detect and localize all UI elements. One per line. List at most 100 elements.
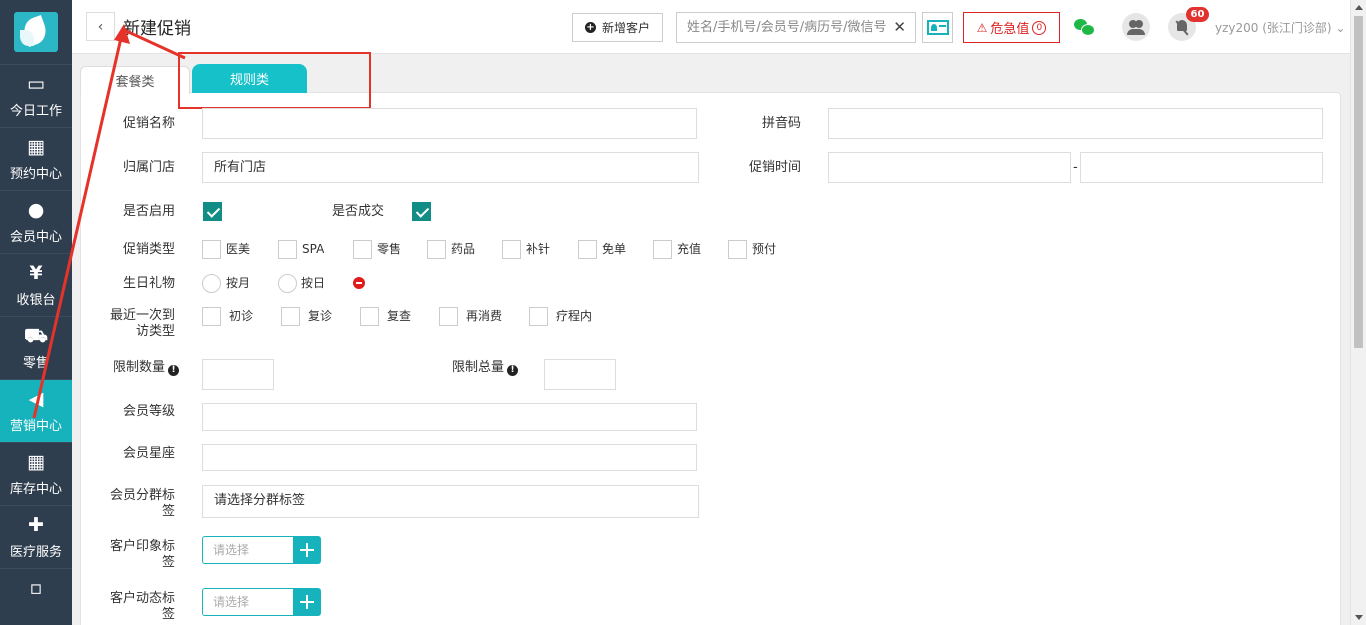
pinyin-input[interactable] <box>828 108 1323 139</box>
add-customer-label: 新增客户 <box>601 21 650 35</box>
store-label: 归属门店 <box>122 160 175 175</box>
sidebar-item-nav-7[interactable]: ✚ 医疗服务 <box>0 505 72 568</box>
visit-type-option-label: 再消费 <box>466 309 503 323</box>
page-scrollbar[interactable] <box>1350 0 1366 625</box>
visit-type-checkbox[interactable] <box>360 307 379 326</box>
limit-quantity-label: 限制数量! <box>95 360 179 376</box>
id-card-icon <box>926 20 949 35</box>
app-logo[interactable] <box>0 0 72 64</box>
member-group-tag-select[interactable]: 请选择分群标签 <box>202 485 699 518</box>
sidebar-item-label: 零售 <box>22 356 49 371</box>
birthday-monthly-label: 按月 <box>226 276 251 290</box>
promo-type-checkbox[interactable] <box>728 240 747 259</box>
sidebar-item-nav-0[interactable]: ▭ 今日工作 <box>0 64 72 127</box>
visit-type-option-label: 复诊 <box>308 309 333 323</box>
info-icon[interactable]: ! <box>507 365 518 376</box>
grid-icon: ▦ <box>27 451 45 473</box>
member-level-label: 会员等级 <box>122 404 175 419</box>
visit-type-checkbox[interactable] <box>439 307 458 326</box>
promo-name-input[interactable] <box>202 108 697 139</box>
sidebar-item-nav-6[interactable]: ▦ 库存中心 <box>0 442 72 505</box>
member-zodiac-label: 会员星座 <box>122 446 175 461</box>
critical-count: 0 <box>1032 20 1047 35</box>
promo-type-checkbox[interactable] <box>353 240 372 259</box>
sidebar-item-label: 营销中心 <box>9 419 62 434</box>
store-select[interactable]: 所有门店 <box>202 152 699 183</box>
deal-checkbox[interactable] <box>412 202 431 221</box>
wechat-icon[interactable] <box>1074 17 1095 36</box>
sidebar-item-label: 会员中心 <box>9 230 62 245</box>
promo-type-checkbox[interactable] <box>278 240 297 259</box>
visit-type-checkbox[interactable] <box>529 307 548 326</box>
back-button[interactable]: ‹ <box>86 12 115 41</box>
customer-impression-tag-label-line2: 签 <box>161 555 175 570</box>
limit-quantity-input[interactable] <box>202 359 274 390</box>
birthday-monthly-radio[interactable] <box>202 274 221 293</box>
promo-type-option-label: 零售 <box>377 242 402 256</box>
more-icon: ▫ <box>29 576 43 599</box>
id-card-button[interactable] <box>922 12 953 43</box>
medkit-icon: ✚ <box>28 514 44 536</box>
promo-end-date[interactable] <box>1080 152 1323 183</box>
promo-start-date[interactable] <box>828 152 1071 183</box>
clear-icon[interactable]: ✕ <box>893 18 906 36</box>
scroll-up-icon[interactable] <box>1355 5 1363 10</box>
scroll-down-icon[interactable] <box>1355 615 1363 620</box>
customer-dynamic-tag-label-line2: 签 <box>161 607 175 622</box>
promo-time-label: 促销时间 <box>748 160 801 175</box>
annotation-highlight-box <box>178 52 371 109</box>
member-group-tag-label-line1: 会员分群标 <box>109 488 175 503</box>
deal-label: 是否成交 <box>331 204 384 219</box>
sidebar-item-nav-3[interactable]: ¥ 收银台 <box>0 253 72 316</box>
tab-package[interactable]: 套餐类 <box>80 66 190 94</box>
sidebar-item-label: 医疗服务 <box>9 545 62 560</box>
customer-impression-tag-label-line1: 客户印象标 <box>109 539 175 554</box>
page-title: 新建促销 <box>123 19 191 39</box>
visit-type-checkbox[interactable] <box>202 307 221 326</box>
remove-circle-icon[interactable] <box>353 277 365 289</box>
member-zodiac-select[interactable] <box>202 444 697 471</box>
sidebar-item-nav-4[interactable]: ⛟ 零售 <box>0 316 72 379</box>
sidebar-item-nav-1[interactable]: ▦ 预约中心 <box>0 127 72 190</box>
critical-value-button[interactable]: ⚠ 危急值 0 <box>963 12 1060 43</box>
search-input[interactable] <box>677 13 887 42</box>
sidebar-item-nav-5[interactable]: ◀ 营销中心 <box>0 379 72 442</box>
sidebar-item-more[interactable]: ▫ <box>0 568 72 608</box>
date-separator: - <box>1073 160 1078 175</box>
sidebar-item-nav-2[interactable]: ● 会员中心 <box>0 190 72 253</box>
promo-type-checkbox[interactable] <box>578 240 597 259</box>
member-level-select[interactable] <box>202 403 697 431</box>
add-dynamic-tag-button[interactable] <box>293 588 321 616</box>
user-menu[interactable]: yzy200 (张江门诊部) ⌄ <box>1215 19 1345 36</box>
customer-dynamic-tag-input[interactable]: 请选择 <box>202 588 294 616</box>
sidebar-item-label: 今日工作 <box>9 104 62 119</box>
info-icon[interactable]: ! <box>168 365 179 376</box>
promo-type-checkbox[interactable] <box>502 240 521 259</box>
sidebar: ▭ 今日工作 ▦ 预约中心 ● 会员中心 ¥ 收银台 ⛟ 零售 ◀ 营销中心 ▦ 库存中心 ✚ 医疗服务 ▫ <box>0 0 72 625</box>
add-impression-tag-button[interactable] <box>293 536 321 564</box>
promo-type-option-label: 免单 <box>602 242 627 256</box>
header-bar: ‹ 新建促销 + 新增客户 ✕ ⚠ 危急值 0 60 yzy200 (张江门诊部… <box>72 0 1350 54</box>
birthday-daily-radio[interactable] <box>278 274 297 293</box>
add-customer-button[interactable]: + 新增客户 <box>572 13 663 42</box>
customer-impression-tag-input[interactable]: 请选择 <box>202 536 294 564</box>
scroll-thumb[interactable] <box>1354 16 1363 348</box>
visit-type-option-label: 初诊 <box>229 309 254 323</box>
visit-type-option-label: 复查 <box>387 309 412 323</box>
limit-total-label: 限制总量! <box>440 360 518 376</box>
promo-type-option-label: 充值 <box>677 242 702 256</box>
promo-type-checkbox[interactable] <box>202 240 221 259</box>
limit-quantity-text: 限制数量 <box>112 360 165 375</box>
visit-type-checkbox[interactable] <box>281 307 300 326</box>
cart-icon: ⛟ <box>24 325 48 347</box>
promo-type-checkbox[interactable] <box>653 240 672 259</box>
promo-type-checkbox[interactable] <box>427 240 446 259</box>
group-settings-icon[interactable] <box>1122 13 1150 41</box>
enabled-label: 是否启用 <box>122 204 175 219</box>
enabled-checkbox[interactable] <box>203 202 222 221</box>
sidebar-item-label: 收银台 <box>16 293 56 308</box>
chevron-down-icon: ⌄ <box>1335 21 1346 35</box>
promo-type-option-label: SPA <box>302 242 325 256</box>
limit-total-input[interactable] <box>544 359 616 390</box>
sidebar-item-label: 预约中心 <box>9 167 62 182</box>
